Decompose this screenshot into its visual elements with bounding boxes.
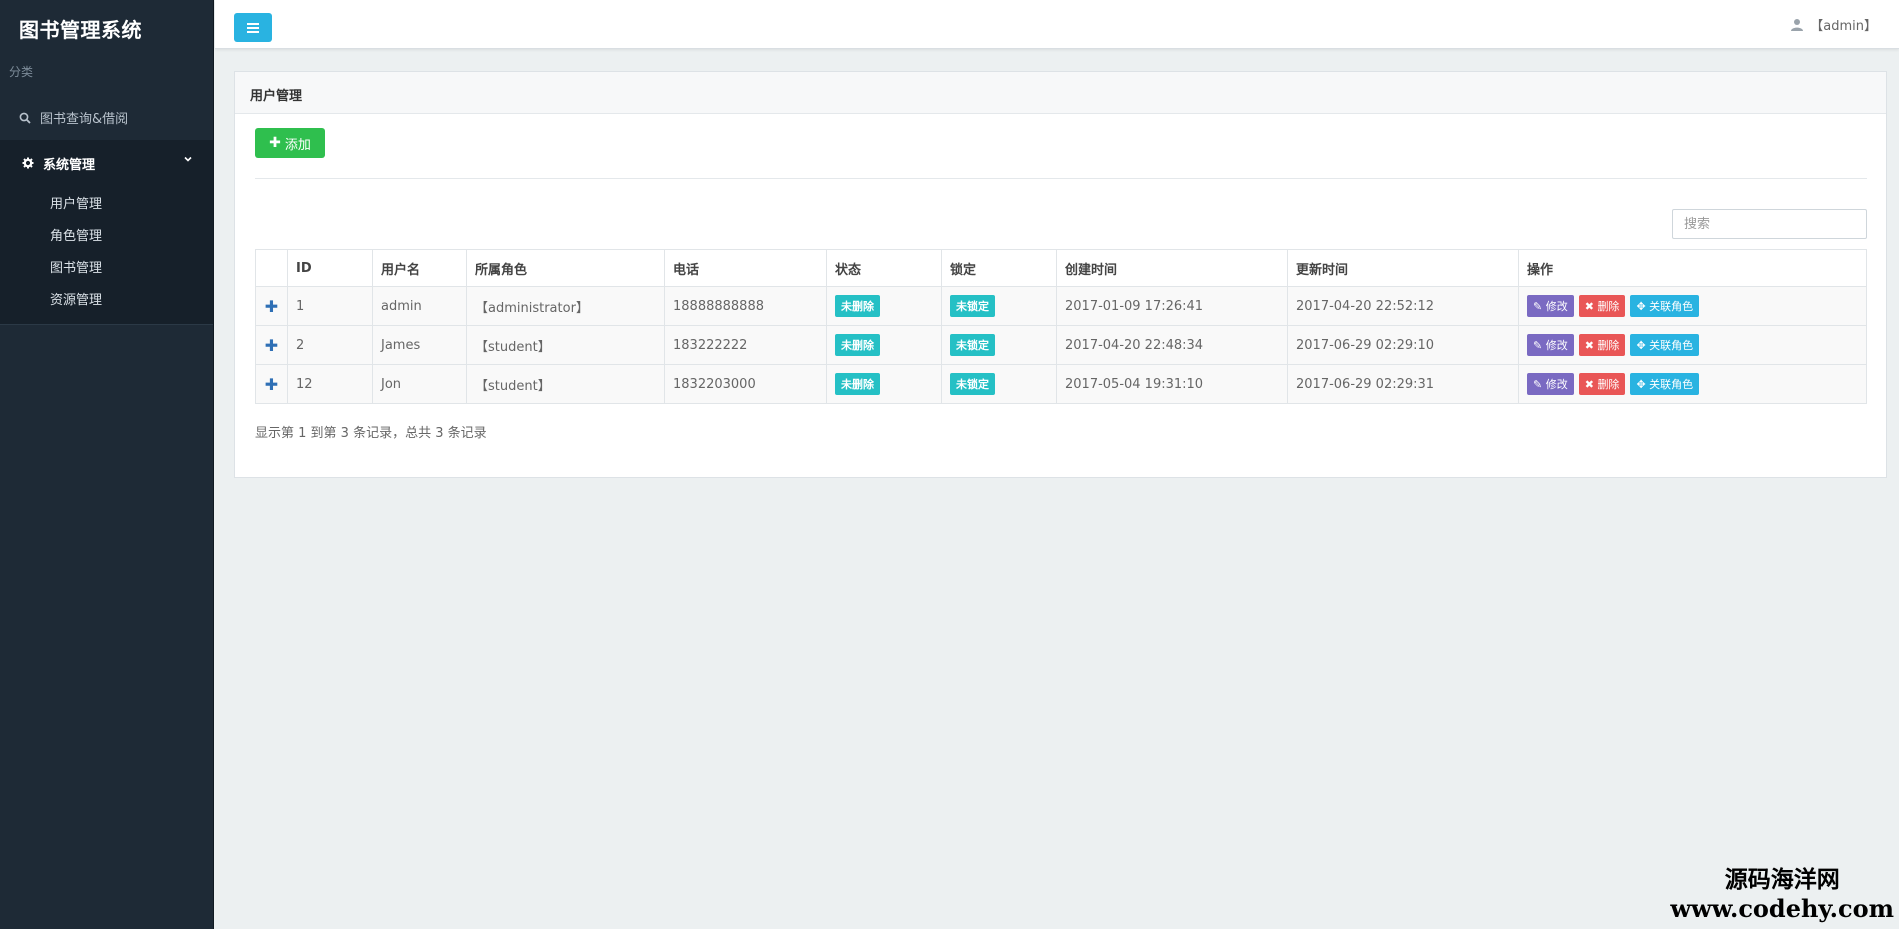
cell-actions: ✎ 修改 ✖ 删除 ✥ 关联角色 <box>1518 364 1867 404</box>
cell-username: James <box>372 325 467 365</box>
table-header-row: ID 用户名 所属角色 电话 状态 锁定 创建时间 更新时间 操作 <box>255 249 1867 287</box>
user-management-panel: 用户管理 ✚ 添加 ID 用户名 所属角色 电话 状态 锁定 创建时间 更新时间… <box>234 71 1887 478</box>
menu-toggle-button[interactable] <box>234 13 272 42</box>
cell-updated: 2017-06-29 02:29:31 <box>1287 364 1519 404</box>
plus-icon: ✚ <box>269 135 281 151</box>
sidebar-item-books[interactable]: 图书管理 <box>0 250 213 282</box>
cell-updated: 2017-06-29 02:29:10 <box>1287 325 1519 365</box>
cell-username: admin <box>372 286 467 326</box>
expand-icon[interactable]: ✚ <box>255 325 288 365</box>
expand-icon[interactable]: ✚ <box>255 364 288 404</box>
expand-column-header <box>255 249 288 287</box>
close-icon: ✖ <box>1584 378 1598 391</box>
edit-icon: ✎ <box>1533 378 1546 391</box>
edit-icon: ✎ <box>1533 300 1546 313</box>
section-label: 分类 <box>9 65 34 79</box>
add-button[interactable]: ✚ 添加 <box>255 128 325 158</box>
sidebar-item-label: 图书查询&借阅 <box>40 112 129 127</box>
gear-icon <box>22 157 34 169</box>
cell-updated: 2017-04-20 22:52:12 <box>1287 286 1519 326</box>
sidebar-item-book-search[interactable]: 图书查询&借阅 <box>0 95 213 140</box>
hamburger-icon <box>247 22 259 25</box>
add-button-label: 添加 <box>284 137 311 153</box>
search-icon <box>19 112 31 124</box>
sidebar-item-roles[interactable]: 角色管理 <box>0 218 213 250</box>
column-header-username[interactable]: 用户名 <box>372 249 467 287</box>
cell-actions: ✎ 修改 ✖ 删除 ✥ 关联角色 <box>1518 325 1867 365</box>
cell-phone: 18888888888 <box>664 286 827 326</box>
assign-role-button[interactable]: ✥ 关联角色 <box>1630 373 1700 395</box>
sidebar-item-resources[interactable]: 资源管理 <box>0 282 213 314</box>
divider <box>255 178 1867 179</box>
cell-id: 12 <box>287 364 373 404</box>
edit-button[interactable]: ✎ 修改 <box>1527 373 1574 395</box>
cell-created: 2017-05-04 19:31:10 <box>1056 364 1288 404</box>
column-header-updated[interactable]: 更新时间 <box>1287 249 1519 287</box>
column-header-created[interactable]: 创建时间 <box>1056 249 1288 287</box>
watermark-line-2: www.codehy.com <box>1670 894 1894 923</box>
panel-title: 用户管理 <box>235 72 1886 114</box>
sidebar-group-header[interactable]: 系统管理 <box>0 140 213 186</box>
cell-username: Jon <box>372 364 467 404</box>
cell-id: 1 <box>287 286 373 326</box>
cell-role: 【student】 <box>466 325 665 365</box>
top-bar: 【admin】 <box>215 0 1899 49</box>
chevron-down-icon <box>183 153 193 167</box>
app-title: 图书管理系统 <box>19 18 142 42</box>
cell-id: 2 <box>287 325 373 365</box>
watermark: 源码海洋网 www.codehy.com <box>1670 860 1894 923</box>
table-row: ✚ 12 Jon 【student】 1832203000 未删除 未锁定 20… <box>255 364 1867 404</box>
user-table: ID 用户名 所属角色 电话 状态 锁定 创建时间 更新时间 操作 ✚ 1 ad… <box>255 249 1867 404</box>
assign-role-button[interactable]: ✥ 关联角色 <box>1630 334 1700 356</box>
status-badge: 未删除 <box>835 295 880 317</box>
cell-phone: 183222222 <box>664 325 827 365</box>
cell-created: 2017-04-20 22:48:34 <box>1056 325 1288 365</box>
move-icon: ✥ <box>1636 300 1650 313</box>
cell-role: 【student】 <box>466 364 665 404</box>
close-icon: ✖ <box>1584 300 1598 313</box>
sidebar-item-users[interactable]: 用户管理 <box>0 186 213 218</box>
user-name: 【admin】 <box>1810 19 1877 34</box>
lock-badge: 未锁定 <box>950 334 995 356</box>
status-badge: 未删除 <box>835 334 880 356</box>
watermark-line-1: 源码海洋网 <box>1724 867 1840 893</box>
expand-icon[interactable]: ✚ <box>255 286 288 326</box>
column-header-status[interactable]: 状态 <box>826 249 942 287</box>
lock-badge: 未锁定 <box>950 373 995 395</box>
table-row: ✚ 1 admin 【administrator】 18888888888 未删… <box>255 286 1867 326</box>
column-header-id[interactable]: ID <box>287 249 373 287</box>
move-icon: ✥ <box>1636 378 1650 391</box>
user-icon <box>1790 18 1804 32</box>
cell-role: 【administrator】 <box>466 286 665 326</box>
close-icon: ✖ <box>1584 339 1598 352</box>
sidebar: 图书管理系统 分类 图书查询&借阅 系统管理 用户管理 角色管理 图书管理 资源… <box>0 0 214 929</box>
sidebar-group-system: 系统管理 用户管理 角色管理 图书管理 资源管理 <box>0 140 213 325</box>
edit-icon: ✎ <box>1533 339 1546 352</box>
delete-button[interactable]: ✖ 删除 <box>1578 295 1626 317</box>
search-input[interactable] <box>1672 209 1867 239</box>
column-header-actions: 操作 <box>1518 249 1867 287</box>
sidebar-group-label: 系统管理 <box>43 157 96 173</box>
cell-created: 2017-01-09 17:26:41 <box>1056 286 1288 326</box>
delete-button[interactable]: ✖ 删除 <box>1578 373 1626 395</box>
status-badge: 未删除 <box>835 373 880 395</box>
edit-button[interactable]: ✎ 修改 <box>1527 334 1574 356</box>
column-header-role[interactable]: 所属角色 <box>466 249 665 287</box>
edit-button[interactable]: ✎ 修改 <box>1527 295 1574 317</box>
delete-button[interactable]: ✖ 删除 <box>1578 334 1626 356</box>
lock-badge: 未锁定 <box>950 295 995 317</box>
column-header-lock[interactable]: 锁定 <box>941 249 1057 287</box>
user-menu[interactable]: 【admin】 <box>1790 15 1877 34</box>
column-header-phone[interactable]: 电话 <box>664 249 827 287</box>
move-icon: ✥ <box>1636 339 1650 352</box>
cell-phone: 1832203000 <box>664 364 827 404</box>
assign-role-button[interactable]: ✥ 关联角色 <box>1630 295 1700 317</box>
table-row: ✚ 2 James 【student】 183222222 未删除 未锁定 20… <box>255 325 1867 365</box>
pagination-summary: 显示第 1 到第 3 条记录，总共 3 条记录 <box>255 426 487 441</box>
cell-actions: ✎ 修改 ✖ 删除 ✥ 关联角色 <box>1518 286 1867 326</box>
